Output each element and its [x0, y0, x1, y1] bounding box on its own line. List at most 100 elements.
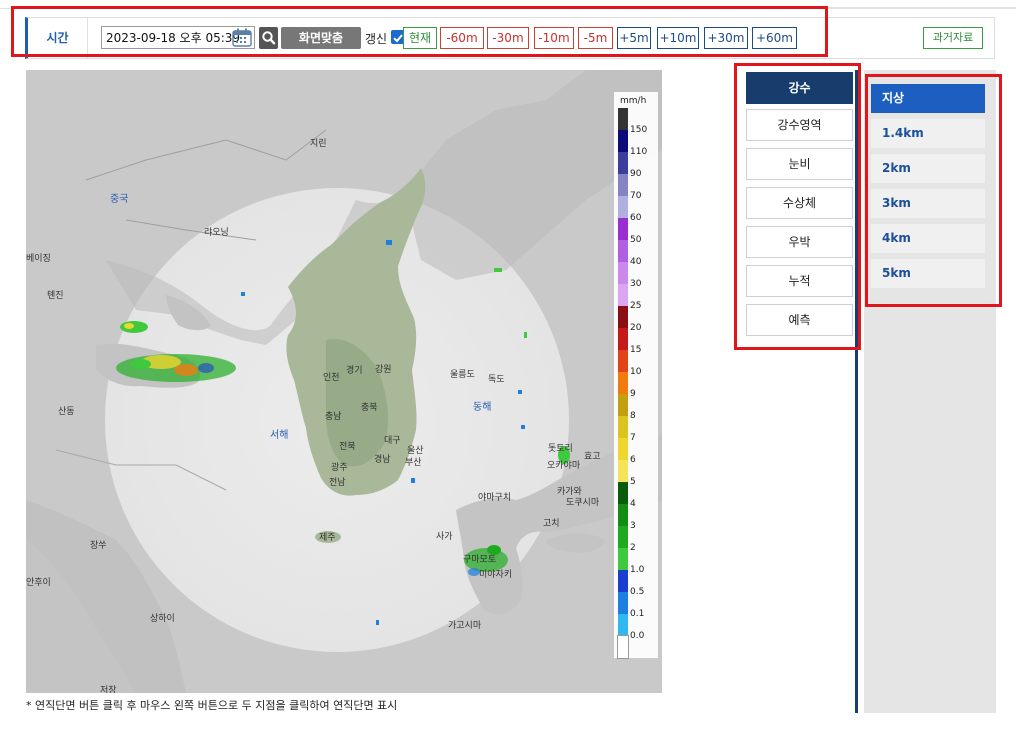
place-label-jeonnam: 전남	[329, 478, 346, 488]
radar-map-graphic	[26, 70, 662, 693]
place-label-miyazaki: 미야자키	[479, 570, 513, 580]
place-label-tokushima: 도쿠시마	[566, 498, 600, 508]
legend-swatch	[618, 240, 628, 262]
place-label-incheon: 인천	[323, 373, 340, 383]
past-data-button[interactable]: 과거자료	[923, 27, 983, 49]
legend-value-label: 15	[630, 345, 642, 355]
altitude-button-5km[interactable]: 5km	[871, 259, 985, 288]
place-label-gwangju: 광주	[331, 463, 348, 473]
altitude-button-4km[interactable]: 4km	[871, 224, 985, 253]
legend-value-label: 3	[630, 521, 636, 531]
legend-swatch	[618, 460, 628, 482]
step-minus60-button[interactable]: -60m	[440, 27, 484, 49]
legend-swatch	[618, 438, 628, 460]
type-button-accumulation[interactable]: 누적	[746, 265, 853, 297]
radar-map[interactable]: 지린 중국 랴오닝 베이징 톈진 산동 서해 장쑤 안후이 상하이 저장 인천 …	[26, 70, 662, 693]
altitude-button-1-4km[interactable]: 1.4km	[871, 119, 985, 148]
step-plus10-button[interactable]: +10m	[657, 27, 699, 49]
place-label-okayama: 오카야마	[547, 461, 581, 471]
place-label-jeonbuk: 전북	[339, 442, 356, 452]
legend-swatch	[618, 262, 628, 284]
legend-value-label: 25	[630, 301, 642, 311]
place-label-yellow-sea: 서해	[270, 430, 289, 441]
place-label-jiangsu: 장쑤	[90, 541, 107, 551]
legend-swatch	[618, 592, 628, 614]
legend-value-label: 8	[630, 411, 636, 421]
place-label-kochi: 고치	[543, 519, 560, 529]
place-label-kagoshima: 가고시마	[448, 621, 482, 631]
top-divider	[0, 8, 1016, 9]
place-label-yamaguchi: 야마구치	[478, 493, 512, 503]
altitude-button-3km[interactable]: 3km	[871, 189, 985, 218]
product-type-panel: 강수 강수영역 눈비 수상체 우박 누적 예측	[741, 70, 858, 713]
legend-value-label: 7	[630, 433, 636, 443]
legend-value-label: 50	[630, 235, 642, 245]
altitude-panel: 지상 1.4km 2km 3km 4km 5km	[864, 70, 996, 713]
legend-swatch	[618, 218, 628, 240]
refresh-label: 갱신	[365, 32, 388, 46]
calendar-icon[interactable]	[232, 28, 252, 47]
step-plus5-button[interactable]: +5m	[617, 27, 651, 49]
legend-unit: mm/h	[620, 96, 647, 106]
place-label-jeju: 제주	[319, 533, 336, 543]
legend-swatch	[618, 372, 628, 394]
place-label-saga: 사가	[436, 532, 453, 542]
step-minus10-button[interactable]: -10m	[534, 27, 574, 49]
legend-swatch	[618, 614, 628, 636]
step-plus60-button[interactable]: +60m	[752, 27, 797, 49]
type-button-precip[interactable]: 강수	[746, 72, 853, 104]
legend-value-label: 10	[630, 367, 642, 377]
type-button-hydrometeor[interactable]: 수상체	[746, 187, 853, 219]
legend-swatch	[618, 130, 628, 152]
place-label-liaoning: 랴오닝	[204, 228, 229, 238]
step-plus30-button[interactable]: +30m	[704, 27, 748, 49]
altitude-button-surface[interactable]: 지상	[871, 84, 985, 113]
type-button-precip-area[interactable]: 강수영역	[746, 109, 853, 141]
place-label-hyogo: 효고	[584, 452, 601, 462]
legend-value-label: 1.0	[630, 565, 645, 575]
step-now-button[interactable]: 현재	[403, 27, 437, 49]
legend-swatch	[618, 350, 628, 372]
legend-value-label: 150	[630, 125, 648, 135]
legend-value-label: 9	[630, 389, 636, 399]
search-icon	[262, 31, 276, 45]
legend-swatch	[618, 548, 628, 570]
legend-swatch	[618, 174, 628, 196]
legend-value-label: 30	[630, 279, 642, 289]
legend-swatch	[617, 635, 629, 659]
legend-value-label: 0.5	[630, 587, 645, 597]
fit-screen-button[interactable]: 화면맞춤	[281, 27, 361, 49]
precip-echo-shandong	[116, 354, 236, 382]
legend-value-label: 90	[630, 169, 642, 179]
place-label-zhejiang: 저장	[100, 686, 117, 693]
legend-swatch	[618, 416, 628, 438]
legend-value-label: 40	[630, 257, 642, 267]
place-label-beijing: 베이징	[26, 254, 51, 264]
time-control-bar: 시간 화면맞춤 갱신 현재 -60m -30m -10m -5m +5m +10…	[25, 17, 995, 59]
type-button-hail[interactable]: 우박	[746, 226, 853, 258]
place-label-gangwon: 강원	[375, 365, 392, 375]
search-button[interactable]	[259, 27, 278, 49]
place-label-tottori: 돗토리	[548, 444, 573, 454]
place-label-kumamoto: 구마모토	[463, 555, 497, 565]
type-button-forecast[interactable]: 예측	[746, 304, 853, 336]
legend-swatch	[618, 504, 628, 526]
legend-swatch	[618, 152, 628, 174]
legend-value-label: 2	[630, 543, 636, 553]
place-label-shandong: 산동	[58, 407, 75, 417]
place-label-chungbuk: 충북	[361, 403, 378, 413]
legend-swatch	[618, 328, 628, 350]
legend-value-label: 60	[630, 213, 642, 223]
place-label-east-sea: 동해	[473, 402, 492, 413]
step-minus5-button[interactable]: -5m	[578, 27, 613, 49]
legend-swatch	[618, 306, 628, 328]
legend-value-label: 70	[630, 191, 642, 201]
legend-swatch	[618, 196, 628, 218]
step-minus30-button[interactable]: -30m	[487, 27, 529, 49]
type-button-rain-snow[interactable]: 눈비	[746, 148, 853, 180]
legend-value-label: 5	[630, 477, 636, 487]
cross-section-note: * 연직단면 버튼 클릭 후 마우스 왼쪽 버튼으로 두 지점을 클릭하여 연직…	[26, 699, 398, 712]
legend-color-bar	[617, 108, 629, 659]
altitude-button-2km[interactable]: 2km	[871, 154, 985, 183]
legend-value-label: 0.0	[630, 631, 645, 641]
